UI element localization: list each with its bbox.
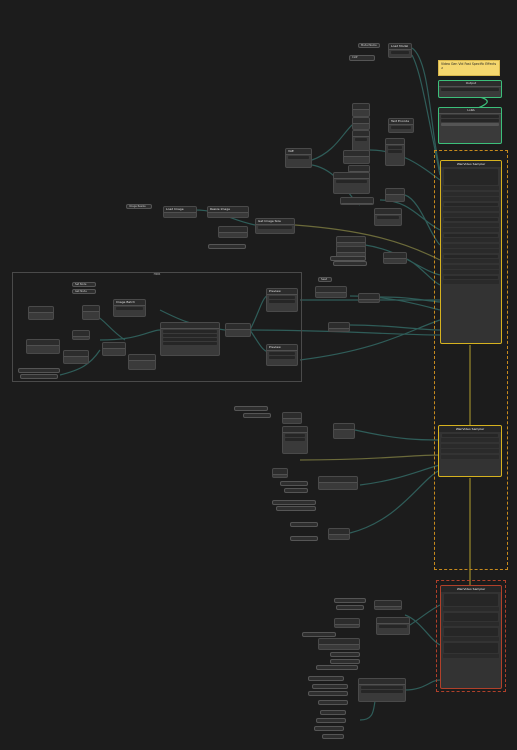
node-k[interactable] <box>218 226 248 238</box>
green-frame-node-2[interactable]: LoRA <box>438 107 502 144</box>
node-z[interactable] <box>128 354 156 370</box>
node-bi[interactable] <box>314 726 344 731</box>
get-image-size-node[interactable]: Get Image Size <box>255 218 295 234</box>
node-bj[interactable] <box>322 734 344 739</box>
node-ae[interactable] <box>243 413 271 418</box>
node-header: WanVideo Sampler <box>439 426 501 432</box>
node-be[interactable] <box>308 691 348 696</box>
group-pill-2[interactable] <box>20 374 58 379</box>
node-ay[interactable] <box>330 652 360 657</box>
wan-video-sampler-node-2[interactable]: WanVideo Sampler <box>438 425 502 477</box>
node-header: Output <box>439 81 501 87</box>
node-am[interactable] <box>272 500 316 505</box>
node-d[interactable] <box>385 138 405 166</box>
node-group[interactable]: HDR <box>12 272 302 382</box>
green-frame-node-1[interactable]: Output <box>438 80 502 98</box>
node-x[interactable] <box>102 342 126 356</box>
node-header: LoRA <box>439 108 501 114</box>
node-az[interactable] <box>330 659 360 664</box>
node-as[interactable] <box>336 605 364 610</box>
node-g[interactable] <box>333 172 370 194</box>
resize-image-node[interactable]: Resize Image <box>207 206 249 218</box>
node-ag[interactable] <box>282 426 308 454</box>
node-bb[interactable] <box>308 676 344 681</box>
node-aq[interactable] <box>290 536 318 541</box>
wan-video-sampler-node-3[interactable]: WanVideo Sampler <box>440 585 502 689</box>
set-node-pill[interactable]: Set Node <box>72 282 96 287</box>
node-c[interactable] <box>352 130 370 152</box>
node-bc[interactable] <box>358 678 406 702</box>
node-ak[interactable] <box>280 481 308 486</box>
node-s[interactable] <box>82 305 100 320</box>
node-ba[interactable] <box>316 665 358 670</box>
node-aj[interactable] <box>318 476 358 490</box>
node-h[interactable] <box>385 188 405 202</box>
node-ao[interactable] <box>290 522 318 527</box>
image-batch-node[interactable]: Image Batch <box>113 299 146 317</box>
node-q[interactable] <box>333 261 367 266</box>
get-node-pill[interactable]: Get Node <box>72 289 96 294</box>
node-av[interactable] <box>376 617 410 635</box>
node-ai[interactable] <box>272 468 288 478</box>
image-resize-pill[interactable]: Image Resize <box>126 204 152 209</box>
node-y[interactable] <box>63 350 89 364</box>
vae-node[interactable]: VAE <box>285 148 312 168</box>
node-aw[interactable] <box>302 632 336 637</box>
model-name-pill[interactable]: Model Name <box>358 43 380 48</box>
node-header: WanVideo Sampler <box>441 586 501 592</box>
node-graph-canvas[interactable]: HDR Video Gen Vid Fast Specific Effects … <box>0 0 517 750</box>
node-t[interactable] <box>160 322 220 356</box>
node-w[interactable] <box>26 339 60 354</box>
node-an[interactable] <box>276 506 316 511</box>
node-ah[interactable] <box>333 423 355 439</box>
node-l[interactable] <box>208 244 246 249</box>
node-i[interactable] <box>340 197 374 205</box>
node-al[interactable] <box>284 488 308 493</box>
load-image-node[interactable]: Load Image <box>163 206 197 218</box>
clip-pill[interactable]: CLIP <box>349 55 375 61</box>
node-v[interactable] <box>72 330 90 340</box>
seed-pill[interactable]: Seed <box>318 277 332 282</box>
node-r[interactable] <box>28 306 54 320</box>
node-o[interactable] <box>383 252 407 264</box>
node-u[interactable] <box>225 323 251 337</box>
preview-node-1[interactable]: Preview <box>266 288 298 312</box>
node-ap[interactable] <box>328 528 350 540</box>
node-ac[interactable] <box>328 322 350 332</box>
node-ax[interactable] <box>318 638 360 650</box>
wan-video-sampler-node[interactable]: WanVideo Sampler <box>440 160 502 344</box>
node-b[interactable] <box>352 117 370 130</box>
node-bf[interactable] <box>318 700 348 705</box>
node-ad[interactable] <box>234 406 268 411</box>
preview-node-2[interactable]: Preview <box>266 344 298 366</box>
node-aa[interactable] <box>315 286 347 298</box>
node-af[interactable] <box>282 412 302 424</box>
node-j[interactable] <box>374 208 402 226</box>
node-ab[interactable] <box>358 293 380 303</box>
group-title: HDR <box>153 272 161 276</box>
node-bh[interactable] <box>316 718 346 723</box>
node-ar[interactable] <box>334 598 366 603</box>
node-at[interactable] <box>374 600 402 610</box>
text-encode-node[interactable]: Text Encode <box>388 118 414 133</box>
node-a[interactable] <box>352 103 370 117</box>
node-header: WanVideo Sampler <box>441 161 501 167</box>
node-bg[interactable] <box>320 710 346 715</box>
node-bd[interactable] <box>312 684 348 689</box>
note-text: Video Gen Vid Fast Specific Effects ∧ <box>441 62 497 70</box>
group-pill-1[interactable] <box>18 368 60 373</box>
node-au[interactable] <box>334 618 360 628</box>
load-model-node[interactable]: Load Model <box>388 43 412 58</box>
sticky-note[interactable]: Video Gen Vid Fast Specific Effects ∧ <box>438 60 500 76</box>
node-e[interactable] <box>343 150 370 164</box>
